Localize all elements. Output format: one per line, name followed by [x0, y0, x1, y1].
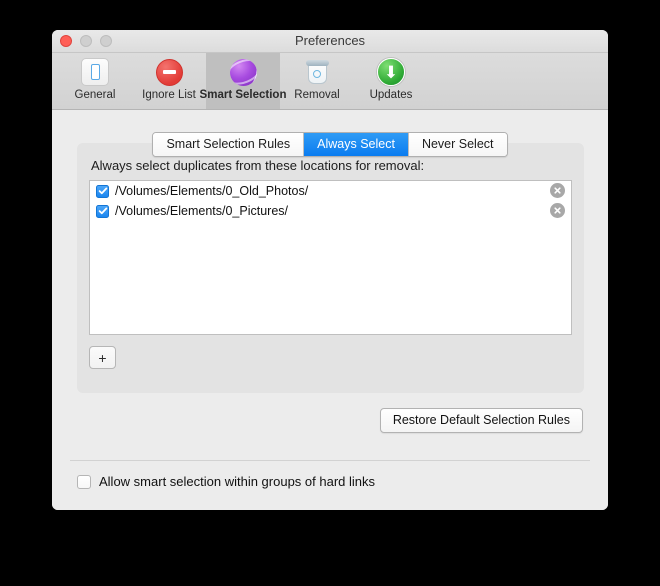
section-divider	[70, 460, 590, 461]
add-location-button[interactable]: +	[89, 346, 116, 369]
tab-always-select[interactable]: Always Select	[304, 133, 409, 156]
location-checkbox[interactable]	[96, 204, 109, 218]
tab-never-select[interactable]: Never Select	[408, 133, 507, 156]
location-path: /Volumes/Elements/0_Old_Photos/	[115, 184, 309, 198]
window-title: Preferences	[294, 33, 366, 48]
no-entry-icon	[154, 57, 184, 87]
hard-links-checkbox[interactable]	[77, 474, 91, 489]
list-item[interactable]: /Volumes/Elements/0_Old_Photos/	[90, 181, 571, 201]
segmented-control: Smart Selection Rules Always Select Neve…	[152, 132, 508, 157]
location-path: /Volumes/Elements/0_Pictures/	[115, 204, 288, 218]
remove-location-button[interactable]	[550, 183, 565, 198]
panel-description: Always select duplicates from these loca…	[91, 158, 425, 173]
location-checkbox[interactable]	[96, 184, 109, 198]
locations-list[interactable]: /Volumes/Elements/0_Old_Photos/ /Volumes…	[89, 180, 572, 335]
remove-location-button[interactable]	[550, 203, 565, 218]
toolbar-label-ignore-list: Ignore List	[142, 89, 196, 101]
toolbar-label-general: General	[74, 89, 116, 101]
title-bar: Preferences	[52, 30, 608, 53]
hard-links-option-row: Allow smart selection within groups of h…	[77, 474, 375, 489]
list-item[interactable]: /Volumes/Elements/0_Pictures/	[90, 201, 571, 221]
toolbar-item-removal[interactable]: Removal	[280, 53, 354, 109]
purple-sphere-icon	[228, 57, 258, 87]
always-select-panel: Always select duplicates from these loca…	[77, 143, 584, 393]
toolbar-item-ignore-list[interactable]: Ignore List	[132, 53, 206, 109]
preferences-window: Preferences General Ignore List Smart Se…	[52, 30, 608, 510]
preferences-toolbar: General Ignore List Smart Selection Remo…	[52, 53, 608, 110]
toolbar-label-updates: Updates	[369, 89, 413, 101]
restore-default-selection-rules-button[interactable]: Restore Default Selection Rules	[379, 408, 583, 433]
download-arrow-icon: ⬇	[376, 57, 406, 87]
toolbar-item-general[interactable]: General	[58, 53, 132, 109]
toolbar-item-smart-selection[interactable]: Smart Selection	[200, 53, 286, 109]
toolbar-item-updates[interactable]: ⬇ Updates	[354, 53, 428, 109]
preferences-content: Smart Selection Rules Always Select Neve…	[52, 110, 608, 510]
trash-icon	[302, 57, 332, 87]
tab-smart-selection-rules[interactable]: Smart Selection Rules	[153, 133, 305, 156]
device-icon	[80, 57, 110, 87]
hard-links-label: Allow smart selection within groups of h…	[99, 474, 376, 489]
toolbar-label-removal: Removal	[294, 89, 340, 101]
tab-bar: Smart Selection Rules Always Select Neve…	[52, 132, 608, 157]
toolbar-label-smart-selection: Smart Selection	[199, 89, 287, 101]
